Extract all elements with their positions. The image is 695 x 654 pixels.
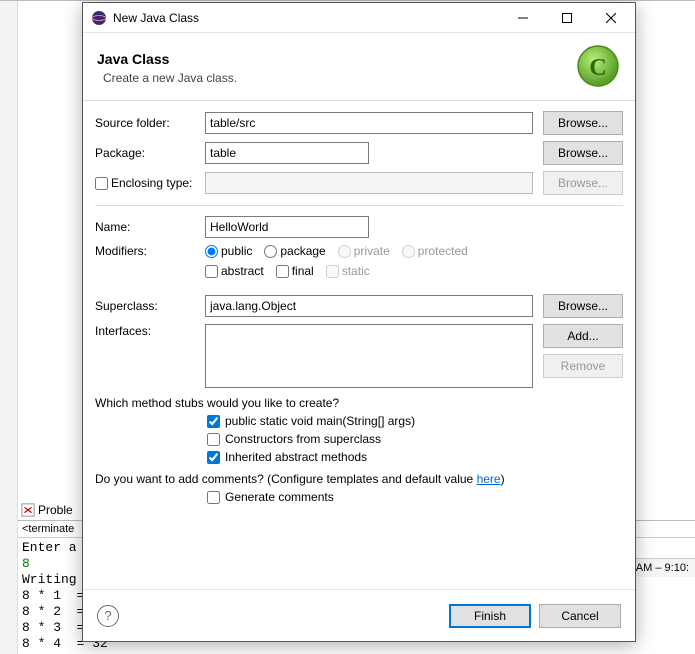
interfaces-label: Interfaces: bbox=[95, 324, 205, 338]
problems-icon bbox=[21, 503, 35, 517]
maximize-button[interactable] bbox=[545, 4, 589, 32]
enclosing-type-label: Enclosing type: bbox=[111, 176, 192, 190]
package-input[interactable] bbox=[205, 142, 369, 164]
source-folder-input[interactable] bbox=[205, 112, 533, 134]
cancel-button[interactable]: Cancel bbox=[539, 604, 621, 628]
final-checkbox[interactable] bbox=[276, 265, 289, 278]
new-class-dialog: New Java Class Java Class Create a new J… bbox=[82, 2, 636, 642]
modifiers-label: Modifiers: bbox=[95, 244, 205, 258]
interfaces-list[interactable] bbox=[205, 324, 533, 388]
main-stub-checkbox[interactable] bbox=[207, 415, 220, 428]
constructors-stub-checkbox[interactable] bbox=[207, 433, 220, 446]
abstract-checkbox[interactable] bbox=[205, 265, 218, 278]
dialog-title: New Java Class bbox=[113, 11, 501, 25]
enclosing-type-input bbox=[205, 172, 533, 194]
superclass-input[interactable] bbox=[205, 295, 533, 317]
dialog-content: Source folder: Browse... Package: Browse… bbox=[83, 101, 635, 589]
console-status: <terminate bbox=[22, 523, 74, 535]
remove-interface-button: Remove bbox=[543, 354, 623, 378]
modifier-protected-radio bbox=[402, 245, 415, 258]
help-icon[interactable]: ? bbox=[97, 605, 119, 627]
minimize-button[interactable] bbox=[501, 4, 545, 32]
header-subtitle: Create a new Java class. bbox=[97, 71, 237, 85]
modifier-public-radio[interactable] bbox=[205, 245, 218, 258]
configure-templates-link[interactable]: here bbox=[477, 472, 501, 486]
browse-enclosing-button: Browse... bbox=[543, 171, 623, 195]
svg-text:C: C bbox=[589, 55, 606, 81]
close-button[interactable] bbox=[589, 4, 633, 32]
generate-comments-checkbox[interactable] bbox=[207, 491, 220, 504]
comments-question: Do you want to add comments? (Configure … bbox=[95, 472, 623, 486]
add-interface-button[interactable]: Add... bbox=[543, 324, 623, 348]
class-wizard-icon: C bbox=[575, 43, 621, 92]
name-label: Name: bbox=[95, 220, 205, 234]
header-title: Java Class bbox=[97, 51, 237, 67]
browse-source-button[interactable]: Browse... bbox=[543, 111, 623, 135]
stubs-question: Which method stubs would you like to cre… bbox=[95, 396, 623, 410]
inherited-stub-checkbox[interactable] bbox=[207, 451, 220, 464]
titlebar: New Java Class bbox=[83, 3, 635, 33]
enclosing-type-checkbox[interactable] bbox=[95, 177, 108, 190]
browse-superclass-button[interactable]: Browse... bbox=[543, 294, 623, 318]
editor-gutter bbox=[0, 1, 18, 654]
finish-button[interactable]: Finish bbox=[449, 604, 531, 628]
source-folder-label: Source folder: bbox=[95, 116, 205, 130]
superclass-label: Superclass: bbox=[95, 299, 205, 313]
browse-package-button[interactable]: Browse... bbox=[543, 141, 623, 165]
name-input[interactable] bbox=[205, 216, 369, 238]
modifier-package-radio[interactable] bbox=[264, 245, 277, 258]
dialog-header: Java Class Create a new Java class. C bbox=[83, 33, 635, 101]
problems-tab[interactable]: Proble bbox=[38, 503, 73, 517]
modifier-private-radio bbox=[338, 245, 351, 258]
dialog-footer: ? Finish Cancel bbox=[83, 589, 635, 641]
package-label: Package: bbox=[95, 146, 205, 160]
static-checkbox bbox=[326, 265, 339, 278]
eclipse-icon bbox=[91, 10, 107, 26]
